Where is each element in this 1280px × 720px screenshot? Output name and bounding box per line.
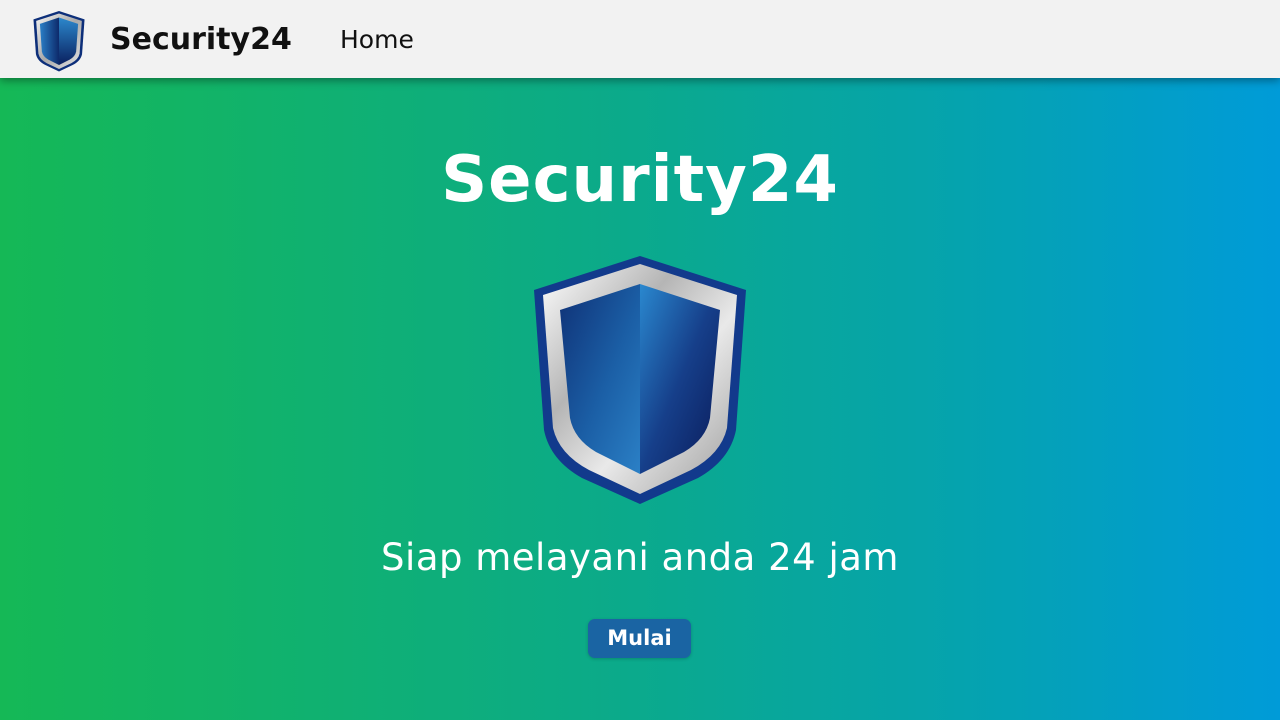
hero-title: Security24 <box>441 143 839 217</box>
hero-tagline: Siap melayani anda 24 jam <box>381 536 899 579</box>
shield-emblem-icon <box>534 256 746 504</box>
hero-section: Security24 Siap melayani anda 24 jam Mul… <box>0 78 1280 720</box>
start-button[interactable]: Mulai <box>588 619 691 658</box>
top-navbar: Security24 Home <box>0 0 1280 78</box>
nav-link-home[interactable]: Home <box>340 20 414 60</box>
shield-logo-icon[interactable] <box>32 10 86 72</box>
brand-name: Security24 <box>110 22 292 57</box>
